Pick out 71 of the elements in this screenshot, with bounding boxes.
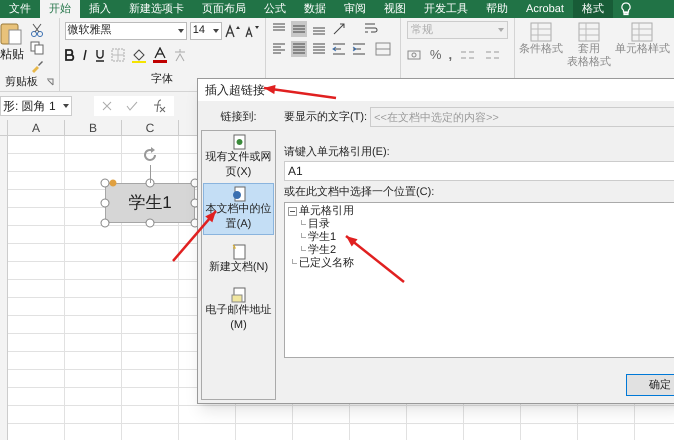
ribbon-tab[interactable]: 文件 (0, 0, 40, 18)
field-label: 或在此文档中选择一个位置(C): (284, 184, 436, 199)
group-label: 剪贴板 (4, 74, 38, 90)
bold-icon[interactable] (64, 49, 75, 61)
percent-button[interactable]: % (430, 45, 442, 64)
ribbon-tab[interactable]: 视图 (375, 0, 415, 18)
font-size-field[interactable]: 14 (190, 22, 222, 40)
italic-icon[interactable] (80, 49, 89, 61)
table-style-icon (630, 21, 654, 43)
fill-bucket-icon[interactable] (130, 47, 147, 63)
link-type-button[interactable]: 本文档中的位置(A) (203, 183, 274, 235)
link-type-button[interactable]: 电子邮件地址(M) (203, 284, 274, 336)
group-label: 字体 (150, 72, 174, 87)
increase-font-icon[interactable] (224, 24, 241, 38)
document-icon (230, 287, 246, 303)
ribbon-tab[interactable]: 帮助 (477, 0, 517, 18)
font-color-icon[interactable] (152, 47, 167, 63)
check-icon[interactable] (126, 101, 138, 111)
merge-cells-icon[interactable] (374, 41, 391, 57)
cell-reference-field[interactable]: A1 (284, 161, 674, 181)
lightbulb-icon[interactable] (618, 2, 633, 16)
ribbon-tab[interactable]: 审阅 (335, 0, 375, 18)
link-type-button[interactable]: 现有文件或网页(X) (203, 131, 274, 183)
table-style-icon (576, 21, 601, 43)
comma-button[interactable]: , (448, 45, 452, 64)
ribbon-tab[interactable]: 公式 (255, 0, 295, 18)
field-label: 要显示的文字(T): (284, 110, 368, 125)
dropdown-caret-icon (212, 28, 219, 32)
rotate-handle-icon[interactable] (141, 146, 159, 164)
increase-indent-icon[interactable] (350, 41, 367, 57)
decrease-font-icon[interactable] (244, 24, 260, 38)
document-icon (230, 186, 246, 202)
function-icon[interactable] (152, 99, 166, 113)
table-style-icon (528, 21, 553, 43)
underline-icon[interactable] (94, 48, 105, 62)
ribbon-tab[interactable]: 开始 (40, 0, 80, 18)
document-icon (230, 244, 246, 260)
field-label: 请键入单元格引用(E): (284, 145, 391, 159)
paste-button[interactable]: 粘贴 (0, 21, 26, 74)
dropdown-caret-icon (63, 104, 69, 108)
collapse-icon[interactable] (288, 207, 297, 216)
location-tree[interactable]: 单元格引用 目录 学生1 学生2 已定义名称 (284, 202, 674, 358)
ribbon-tab[interactable]: 新建选项卡 (120, 0, 193, 18)
ribbon-tab[interactable]: Acrobat (517, 0, 573, 18)
ok-button[interactable]: 确定 (626, 374, 674, 396)
column-header[interactable]: B (65, 120, 122, 135)
ribbon-tab[interactable]: 格式 (572, 0, 613, 18)
scissors-icon[interactable] (30, 23, 44, 37)
launcher-icon[interactable] (46, 78, 54, 86)
ribbon-tab[interactable]: 插入 (80, 0, 120, 18)
column-header[interactable]: C (122, 120, 179, 135)
link-type-button[interactable]: 新建文档(N) (203, 241, 274, 278)
copy-icon[interactable] (30, 41, 44, 55)
ribbon-tab[interactable]: 页面布局 (193, 0, 255, 18)
rounded-rectangle-shape[interactable]: 学生1 (105, 183, 195, 223)
paintbrush-icon[interactable] (30, 59, 44, 73)
currency-icon[interactable] (406, 48, 423, 62)
align-middle-icon[interactable] (290, 21, 307, 37)
ribbon-tab[interactable]: 数据 (295, 0, 335, 18)
decrease-indent-icon[interactable] (330, 41, 347, 57)
name-box[interactable]: 形: 圆角 1 (0, 96, 72, 116)
link-to-label: 链接到: (220, 110, 257, 125)
dropdown-caret-icon (498, 28, 504, 32)
tree-item[interactable]: 已定义名称 (299, 255, 354, 272)
ribbon-tab[interactable]: 开发工具 (415, 0, 477, 18)
font-name-field[interactable]: 微软雅黑 (64, 22, 187, 40)
dialog-title: 插入超链接 (205, 82, 265, 99)
dropdown-caret-icon (178, 28, 184, 32)
column-header[interactable]: A (8, 120, 65, 135)
document-icon (230, 134, 246, 150)
align-center-icon[interactable] (290, 41, 307, 57)
